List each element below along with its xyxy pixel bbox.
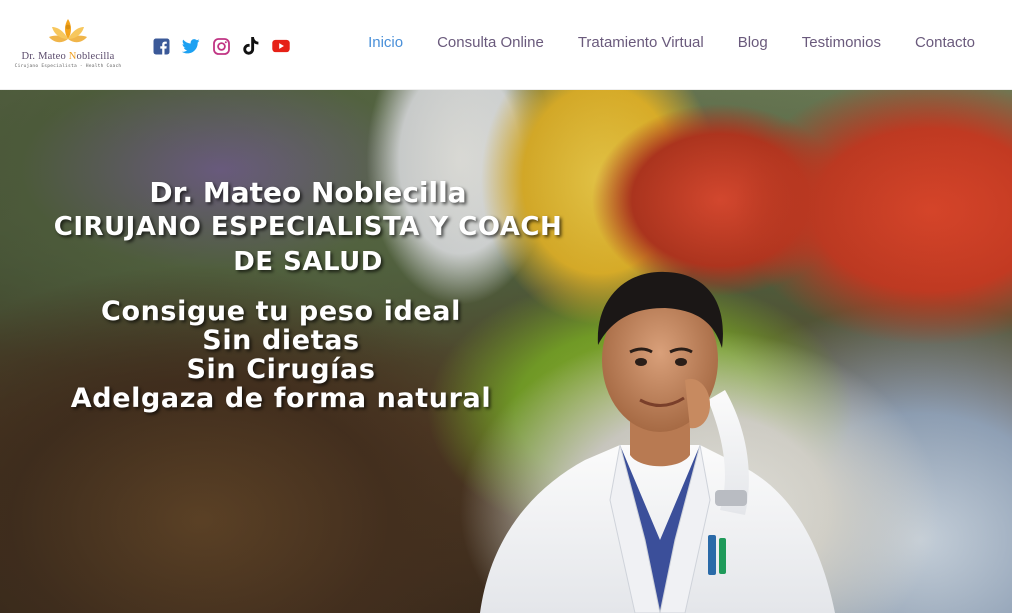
tagline-line: Adelgaza de forma natural (70, 383, 492, 414)
hero-banner: Dr. Mateo Noblecilla CIRUJANO ESPECIALIS… (0, 90, 1012, 613)
lotus-logo-icon (49, 19, 87, 43)
hero-title: Dr. Mateo Noblecilla CIRUJANO ESPECIALIS… (22, 175, 594, 280)
tiktok-icon[interactable] (242, 37, 260, 55)
doctor-specialty-cont: DE SALUD (233, 247, 383, 277)
nav-item-blog[interactable]: Blog (738, 34, 768, 57)
logo-subtitle: Cirujano Especialista - Health Coach (14, 64, 122, 69)
nav-item-inicio[interactable]: Inicio (368, 34, 403, 57)
nav-item-contacto[interactable]: Contacto (915, 34, 975, 57)
nav-item-tratamiento-virtual[interactable]: Tratamiento Virtual (578, 34, 704, 57)
doctor-name: Dr. Mateo Noblecilla (149, 176, 467, 209)
instagram-icon[interactable] (212, 37, 230, 55)
twitter-icon[interactable] (182, 37, 200, 55)
hero-tagline: Consigue tu peso ideal Sin dietas Sin Ci… (60, 297, 502, 413)
youtube-icon[interactable] (272, 37, 290, 55)
tagline-line: Sin Cirugías (186, 354, 376, 385)
tagline-line: Consigue tu peso ideal (101, 296, 461, 327)
nav-item-consulta-online[interactable]: Consulta Online (437, 34, 544, 57)
social-links (152, 37, 290, 55)
facebook-icon[interactable] (152, 37, 170, 55)
site-logo[interactable]: Dr. Mateo Noblecilla Cirujano Especialis… (15, 17, 121, 75)
nav-item-testimonios[interactable]: Testimonios (802, 34, 881, 57)
doctor-portrait (480, 271, 835, 613)
site-header: Dr. Mateo Noblecilla Cirujano Especialis… (0, 0, 1012, 90)
tagline-line: Sin dietas (202, 325, 360, 356)
doctor-specialty: CIRUJANO ESPECIALISTA Y COACH (53, 212, 563, 242)
main-nav: Inicio Consulta Online Tratamiento Virtu… (368, 34, 975, 57)
logo-name: Dr. Mateo Noblecilla (21, 51, 115, 62)
